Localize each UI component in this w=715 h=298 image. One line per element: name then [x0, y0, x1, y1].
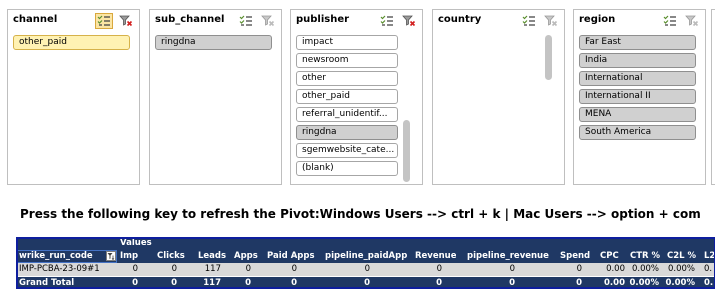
col-header[interactable]: Apps	[234, 250, 258, 263]
col-header[interactable]: pipeline_paidApp	[325, 250, 407, 263]
slicer-title: country	[438, 14, 482, 25]
total-cell[interactable]: 0	[415, 277, 442, 289]
slicer-header: sub_channel	[150, 10, 281, 32]
total-cell[interactable]: 0.	[704, 277, 713, 289]
multi-select-icon[interactable]	[237, 13, 255, 29]
total-cell[interactable]: 0.00	[590, 277, 625, 289]
value-cell[interactable]: 0	[415, 263, 442, 276]
slicer-title: sub_channel	[155, 14, 225, 25]
total-cell[interactable]: 117	[198, 277, 221, 289]
col-header[interactable]: Clicks	[157, 250, 185, 263]
value-cell[interactable]: 0	[560, 263, 582, 276]
slicer-item[interactable]: sgemwebsite_cate...	[296, 143, 398, 158]
slicer-title: publisher	[296, 14, 350, 25]
value-cell[interactable]: 0	[234, 263, 251, 276]
clear-filter-icon[interactable]	[117, 13, 135, 29]
value-cell[interactable]: 0	[267, 263, 297, 276]
total-cell[interactable]: 0	[234, 277, 251, 289]
value-cell[interactable]: 0	[157, 263, 177, 276]
value-cell[interactable]: 0.	[704, 263, 712, 276]
slicer-channel: channel other_paid	[7, 9, 140, 185]
values-label: Values	[120, 238, 152, 248]
grand-total-label[interactable]: Grand Total	[19, 277, 74, 289]
slicer-item[interactable]: other_paid	[296, 89, 398, 104]
total-cell[interactable]: 0.00%	[628, 277, 660, 289]
total-cell[interactable]: 0.00%	[663, 277, 696, 289]
pivot-table: Values wrike_run_code Imp Clicks Leads A…	[16, 237, 715, 289]
refresh-instructions: Press the following key to refresh the P…	[20, 207, 701, 221]
value-cell[interactable]: 0	[467, 263, 515, 276]
next-slicer-edge	[711, 9, 715, 185]
slicer-country: country benin bolivia brazil canada egyp…	[432, 9, 565, 185]
clear-filter-icon[interactable]	[400, 13, 418, 29]
multi-select-icon[interactable]	[95, 13, 113, 29]
clear-filter-icon[interactable]	[542, 13, 560, 29]
total-cell[interactable]: 0	[325, 277, 370, 289]
slicer-region: region Far East India International Inte…	[573, 9, 706, 185]
slicer-item[interactable]: ringdna	[296, 125, 398, 140]
slicer-publisher: publisher impact newsroom other other_pa…	[290, 9, 423, 185]
slicer-header: country	[433, 10, 564, 32]
value-cell[interactable]: 0	[325, 263, 370, 276]
slicer-title: channel	[13, 14, 58, 25]
value-cell[interactable]: 0.00%	[628, 263, 659, 276]
col-header[interactable]: L2	[704, 250, 715, 263]
slicer-item[interactable]: other_paid	[13, 35, 130, 50]
col-header[interactable]: Revenue	[415, 250, 456, 263]
slicer-scrollbar[interactable]	[545, 35, 552, 80]
multi-select-icon[interactable]	[520, 13, 538, 29]
col-header[interactable]: Paid Apps	[267, 250, 315, 263]
clear-filter-icon[interactable]	[259, 13, 277, 29]
slicer-item[interactable]: impact	[296, 35, 398, 50]
value-cell[interactable]: 117	[198, 263, 221, 276]
slicer-header: region	[574, 10, 705, 32]
slicer-header: publisher	[291, 10, 422, 32]
slicer-item[interactable]: South America	[579, 125, 696, 140]
table-row: IMP-PCBA-23-09#1 0 0 117 0 0 0 0 0 0 0.0…	[16, 263, 715, 276]
slicer-item[interactable]: other	[296, 71, 398, 86]
slicer-scrollbar[interactable]	[403, 120, 410, 182]
slicer-item[interactable]: International	[579, 71, 696, 86]
pivot-values-row: Values	[16, 237, 715, 250]
total-cell[interactable]: 0	[157, 277, 177, 289]
slicer-title: region	[579, 14, 616, 25]
grand-total-row: Grand Total 0 0 117 0 0 0 0 0 0 0.00 0.0…	[16, 276, 715, 289]
col-header[interactable]: pipeline_revenue	[467, 250, 549, 263]
slicer-item[interactable]: MENA	[579, 107, 696, 122]
row-field-outline	[16, 250, 117, 263]
total-cell[interactable]: 0	[467, 277, 515, 289]
col-header[interactable]: Spend	[560, 250, 590, 263]
multi-select-icon[interactable]	[661, 13, 679, 29]
slicer-item[interactable]: Far East	[579, 35, 696, 50]
slicer-item[interactable]: (blank)	[296, 161, 398, 176]
slicer-item[interactable]: referral_unidentif...	[296, 107, 398, 122]
clear-filter-icon[interactable]	[683, 13, 701, 29]
col-header[interactable]: Leads	[198, 250, 226, 263]
slicer-sub-channel: sub_channel ringdna	[149, 9, 282, 185]
total-cell[interactable]: 0	[267, 277, 297, 289]
value-cell[interactable]: 0	[120, 263, 138, 276]
slicer-item[interactable]: newsroom	[296, 53, 398, 68]
total-cell[interactable]: 0	[560, 277, 582, 289]
value-cell[interactable]: 0.00%	[663, 263, 695, 276]
multi-select-icon[interactable]	[378, 13, 396, 29]
slicer-item[interactable]: International II	[579, 89, 696, 104]
slicer-item[interactable]: India	[579, 53, 696, 68]
value-cell[interactable]: 0.00	[590, 263, 625, 276]
pivot-column-headers: wrike_run_code Imp Clicks Leads Apps Pai…	[16, 250, 715, 263]
col-header[interactable]: CTR %	[630, 250, 660, 263]
slicer-item[interactable]: ringdna	[155, 35, 272, 50]
col-header[interactable]: CPC	[600, 250, 619, 263]
col-header[interactable]: C2L %	[667, 250, 696, 263]
col-header[interactable]: Imp	[120, 250, 138, 263]
total-cell[interactable]: 0	[120, 277, 138, 289]
row-label[interactable]: IMP-PCBA-23-09#1	[19, 263, 119, 276]
slicer-header: channel	[8, 10, 139, 32]
